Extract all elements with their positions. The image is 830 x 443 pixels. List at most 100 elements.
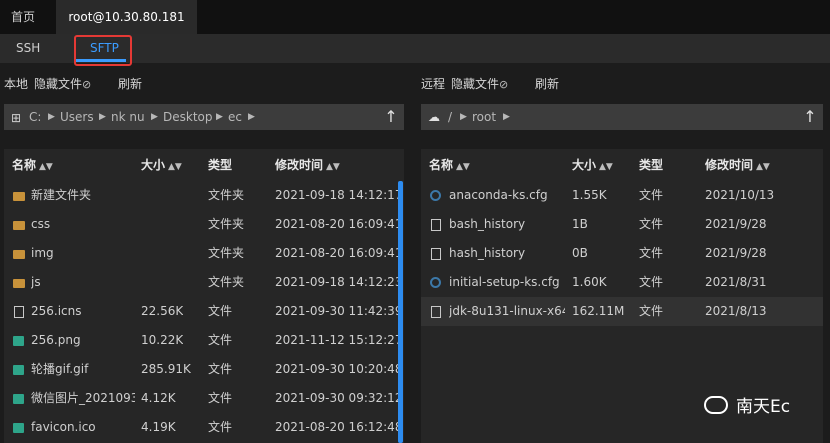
file-type: 文件: [208, 391, 233, 405]
path-separator-icon: ▶: [48, 112, 55, 122]
file-name: 256.png: [31, 333, 81, 347]
file-mtime: 2021-11-12 15:12:27: [275, 333, 403, 347]
tab-home[interactable]: 首页: [11, 0, 35, 34]
column-size-label: 大小: [572, 158, 597, 172]
table-row[interactable]: 256.icns 22.56K 文件 2021-09-30 11:42:39: [4, 297, 404, 326]
file-mtime: 2021-08-20 16:12:48: [275, 420, 403, 434]
tab-session[interactable]: root@10.30.80.181: [56, 0, 197, 34]
image-icon: [13, 394, 24, 404]
table-row[interactable]: 新建文件夹 文件夹 2021-09-18 14:12:17: [4, 181, 404, 210]
local-path-bar[interactable]: ⊞ C: ▶ Users ▶ nk nu ▶ Desktop ▶ ec ▶ ↑: [4, 104, 404, 130]
file-name: 轮播gif.gif: [31, 362, 89, 376]
file-type: 文件: [208, 420, 233, 434]
watermark: 南天Ec: [704, 392, 790, 422]
column-type-header[interactable]: 类型: [208, 149, 232, 181]
column-name-header[interactable]: 名称 ▲▼: [12, 149, 53, 183]
local-hide-files-toggle[interactable]: 隐藏文件⊘: [34, 74, 91, 95]
table-row[interactable]: img 文件夹 2021-08-20 16:09:41: [4, 239, 404, 268]
local-toolbar: 本地 隐藏文件⊘ 刷新: [4, 74, 399, 94]
table-row[interactable]: hash_history 0B 文件 2021/9/28: [421, 239, 823, 268]
file-name: 微信图片_20210930: [31, 391, 135, 405]
file-name: img: [31, 246, 54, 260]
local-scrollbar[interactable]: [398, 181, 403, 443]
eye-off-icon: ⊘: [82, 78, 92, 91]
column-name-label: 名称: [429, 158, 454, 172]
subtab-ssh[interactable]: SSH: [16, 34, 40, 63]
table-row[interactable]: favicon.ico 4.19K 文件 2021-08-20 16:12:48: [4, 413, 404, 442]
remote-hide-files-toggle[interactable]: 隐藏文件⊘: [451, 74, 508, 95]
table-row[interactable]: css 文件夹 2021-08-20 16:09:41: [4, 210, 404, 239]
column-name-header[interactable]: 名称 ▲▼: [429, 149, 470, 183]
path-separator-icon: ▶: [503, 112, 510, 122]
up-arrow-icon[interactable]: ↑: [381, 104, 401, 130]
file-type: 文件: [639, 217, 664, 231]
file-mtime: 2021-09-30 10:20:48: [275, 362, 403, 376]
file-type: 文件: [639, 188, 664, 202]
file-name: 256.icns: [31, 304, 82, 318]
path-separator-icon: ▶: [151, 112, 158, 122]
file-name: hash_history: [449, 246, 526, 260]
column-type-header[interactable]: 类型: [639, 149, 663, 181]
file-mtime: 2021-08-20 16:09:41: [275, 246, 403, 260]
local-path-segment[interactable]: C:: [29, 104, 41, 130]
table-row[interactable]: anaconda-ks.cfg 1.55K 文件 2021/10/13: [421, 181, 823, 210]
file-type: 文件: [639, 275, 664, 289]
file-name: favicon.ico: [31, 420, 96, 434]
local-table-header: 名称 ▲▼ 大小 ▲▼ 类型 修改时间 ▲▼: [4, 149, 404, 181]
sort-icon: ▲▼: [756, 162, 770, 172]
file-name: initial-setup-ks.cfg: [449, 275, 560, 289]
sort-icon: ▲▼: [168, 162, 182, 172]
column-size-label: 大小: [141, 158, 166, 172]
path-separator-icon: ▶: [248, 112, 255, 122]
eye-off-icon: ⊘: [499, 78, 509, 91]
file-size: 10.22K: [141, 333, 184, 347]
file-size: 4.12K: [141, 391, 176, 405]
local-path-segment[interactable]: nk nu: [111, 104, 145, 130]
file-mtime: 2021-09-30 09:32:12: [275, 391, 403, 405]
file-size: 1.55K: [572, 188, 607, 202]
file-type: 文件夹: [208, 217, 245, 231]
column-mtime-label: 修改时间: [275, 158, 324, 172]
file-icon: [431, 248, 441, 260]
path-separator-icon: ▶: [99, 112, 106, 122]
wechat-icon: [704, 396, 728, 414]
image-icon: [13, 336, 24, 346]
remote-path-segment[interactable]: root: [472, 104, 496, 130]
table-row[interactable]: 微信图片_20210930 4.12K 文件 2021-09-30 09:32:…: [4, 384, 404, 413]
tab-bar: 首页 root@10.30.80.181: [0, 0, 830, 34]
local-path-segment[interactable]: ec: [228, 104, 242, 130]
file-name: jdk-8u131-linux-x64.rpm: [449, 304, 565, 318]
file-name: anaconda-ks.cfg: [449, 188, 548, 202]
watermark-text: 南天Ec: [736, 397, 791, 417]
remote-path-bar[interactable]: ☁ / ▶ root ▶ ↑: [421, 104, 823, 130]
file-name: js: [31, 275, 41, 289]
remote-refresh-button[interactable]: 刷新: [535, 74, 559, 94]
table-row[interactable]: 轮播gif.gif 285.91K 文件 2021-09-30 10:20:48: [4, 355, 404, 384]
column-size-header[interactable]: 大小 ▲▼: [141, 149, 182, 183]
column-mtime-label: 修改时间: [705, 158, 754, 172]
table-row[interactable]: jdk-8u131-linux-x64.rpm 162.11M 文件 2021/…: [421, 297, 823, 326]
column-mtime-header[interactable]: 修改时间 ▲▼: [275, 149, 340, 183]
file-size: 1B: [572, 217, 588, 231]
local-refresh-button[interactable]: 刷新: [118, 74, 142, 94]
file-size: 22.56K: [141, 304, 184, 318]
column-size-header[interactable]: 大小 ▲▼: [572, 149, 613, 183]
file-size: 162.11M: [572, 304, 625, 318]
sftp-highlight-box: [74, 35, 132, 66]
table-row[interactable]: 256.png 10.22K 文件 2021-11-12 15:12:27: [4, 326, 404, 355]
windows-icon: ⊞: [11, 111, 22, 125]
up-arrow-icon[interactable]: ↑: [800, 104, 820, 130]
gear-icon: [430, 190, 441, 201]
table-row[interactable]: js 文件夹 2021-09-18 14:12:23: [4, 268, 404, 297]
table-row[interactable]: initial-setup-ks.cfg 1.60K 文件 2021/8/31: [421, 268, 823, 297]
folder-icon: [13, 250, 25, 259]
column-mtime-header[interactable]: 修改时间 ▲▼: [705, 149, 770, 183]
sort-icon: ▲▼: [326, 162, 340, 172]
local-path-segment[interactable]: Desktop: [163, 104, 213, 130]
file-type: 文件: [639, 304, 664, 318]
table-row[interactable]: bash_history 1B 文件 2021/9/28: [421, 210, 823, 239]
remote-path-segment[interactable]: /: [448, 104, 452, 130]
local-path-segment[interactable]: Users: [60, 104, 94, 130]
file-mtime: 2021/9/28: [705, 246, 767, 260]
file-icon: [431, 306, 441, 318]
